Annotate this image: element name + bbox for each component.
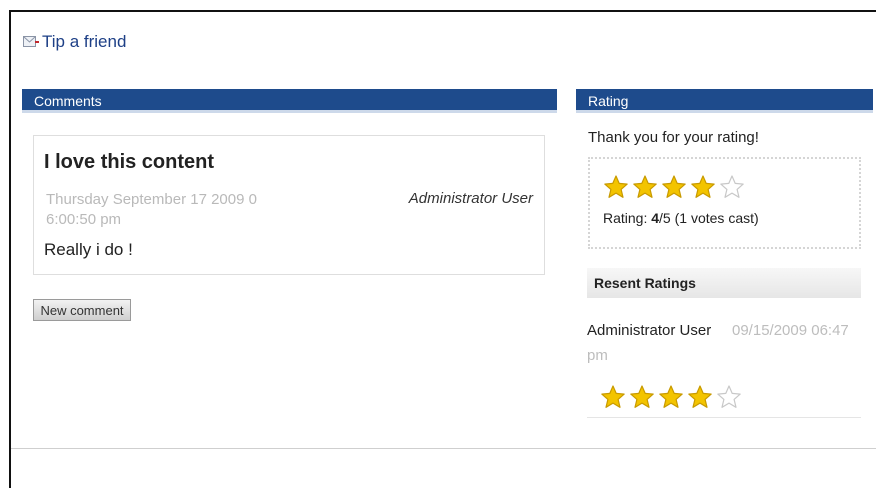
star-filled-icon [630,385,654,408]
recent-rating-date-suffix: pm [587,347,608,364]
footer-divider [11,448,876,449]
comment-author: Administrator User [408,190,533,207]
recent-rating-divider [587,417,861,418]
rating-label: Rating: [603,210,648,226]
rating-box: Rating: 4/5 (1 votes cast) [588,157,861,249]
star-empty-icon[interactable] [719,174,745,200]
star-filled-icon [659,385,683,408]
star-filled-icon[interactable] [603,174,629,200]
new-comment-button[interactable]: New comment [33,299,131,321]
recent-rating-user: Administrator User [587,322,712,339]
recent-ratings-header: Resent Ratings [587,268,861,298]
star-filled-icon[interactable] [690,174,716,200]
envelope-icon [23,36,39,47]
rating-summary: Rating: 4/5 (1 votes cast) [603,210,759,226]
rating-max: /5 [659,210,671,226]
comment-body: Really i do ! [44,240,133,259]
star-filled-icon [601,385,625,408]
comment-item: I love this content Thursday September 1… [33,135,545,275]
star-filled-icon [688,385,712,408]
rating-header: Rating [576,89,873,113]
rating-stars[interactable] [603,174,745,200]
rating-score: 4 [651,210,660,226]
star-empty-icon [717,385,741,408]
recent-rating-date: 09/15/2009 06:47 [732,322,849,339]
comments-header: Comments [22,89,557,113]
frame-left-border [9,10,11,488]
comment-date: Thursday September 17 2009 0 6:00:50 pm [46,191,257,228]
frame-top-border [9,10,876,12]
recent-rating-stars [600,384,742,410]
star-filled-icon[interactable] [632,174,658,200]
tip-a-friend-link[interactable]: Tip a friend [23,32,126,52]
tip-a-friend-label: Tip a friend [42,32,127,51]
star-filled-icon[interactable] [661,174,687,200]
rating-thanks-message: Thank you for your rating! [588,129,759,146]
rating-votes: (1 votes cast) [674,210,759,226]
comment-title: I love this content [44,151,215,173]
